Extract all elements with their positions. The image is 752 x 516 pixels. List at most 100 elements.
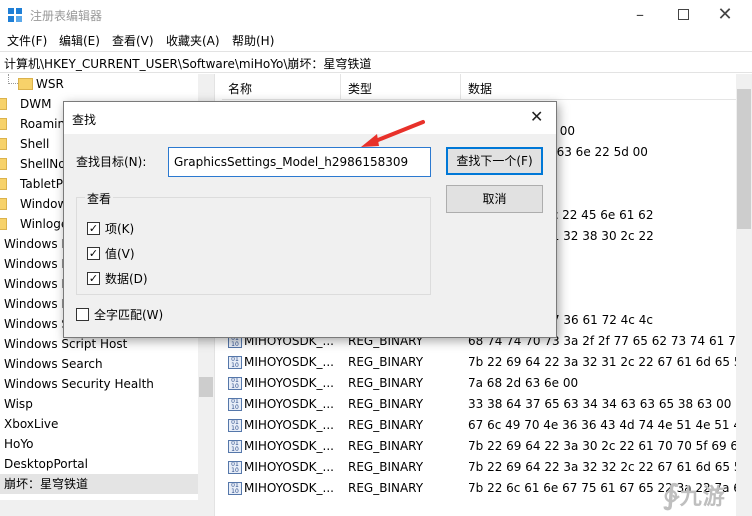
- menu-file[interactable]: 文件(F): [7, 32, 47, 49]
- value-row[interactable]: 01 10 MIHOYOSDK_... REG_BINARY 7b 22 69 64 2…: [222, 457, 746, 478]
- tree-item[interactable]: Windows Security Health: [0, 374, 198, 394]
- menu-edit[interactable]: 编辑(E): [59, 32, 100, 49]
- regedit-app-icon: [8, 8, 23, 23]
- value-data: 7b 22 69 64 22 3a 32 32 2c 22 67 61 6d 6…: [468, 460, 746, 474]
- value-row[interactable]: 01 10 MIHOYOSDK_... REG_BINARY 7a 68 2d 63 6…: [222, 373, 736, 394]
- cancel-button[interactable]: 取消: [446, 185, 543, 213]
- tree-item-label: ShellNo: [20, 157, 66, 171]
- value-type: REG_BINARY: [348, 418, 424, 432]
- match-whole-label: 全字匹配(W): [94, 308, 164, 322]
- tree-item-label: DesktopPortal: [4, 457, 88, 471]
- checkmark-icon[interactable]: ✓: [87, 272, 100, 285]
- folder-icon: [0, 178, 7, 190]
- look-at-title: 查看: [85, 190, 114, 207]
- maximize-icon: [677, 9, 689, 20]
- folder-icon: [0, 158, 7, 170]
- value-type: REG_BINARY: [348, 397, 424, 411]
- tree-item[interactable]: DesktopPortal: [0, 454, 198, 474]
- tree-item[interactable]: 崩坏：星穹铁道: [0, 474, 198, 494]
- close-window-button[interactable]: ✕: [712, 4, 738, 26]
- column-name[interactable]: 名称: [228, 80, 252, 97]
- folder-icon: [0, 218, 7, 230]
- value-type: REG_BINARY: [348, 481, 424, 495]
- find-dialog-title: 查找: [72, 113, 97, 127]
- watermark-logo: ∲九游: [663, 478, 726, 511]
- find-dialog: 查找 ✕ 查找目标(N): GraphicsSettings_Model_h29…: [63, 101, 557, 338]
- tree-item-label: Windows I: [4, 277, 65, 291]
- tree-horizontal-scrollbar[interactable]: [0, 500, 214, 516]
- tree-item-label: Window: [20, 197, 68, 211]
- tree-item-label: Winloge: [20, 217, 69, 231]
- address-path: 计算机\HKEY_CURRENT_USER\Software\miHoYo\崩坏…: [4, 57, 372, 71]
- tree-item-label: Wisp: [4, 397, 33, 411]
- tree-item-label: Windows I: [4, 297, 65, 311]
- tree-item[interactable]: Windows Search: [0, 354, 198, 374]
- value-name: MIHOYOSDK_...: [244, 439, 334, 453]
- tree-item[interactable]: HoYo: [0, 434, 198, 454]
- tree-item[interactable]: XboxLive: [0, 414, 198, 434]
- value-data: 33 38 64 37 65 63 34 34 63 63 65 38 63 0…: [468, 397, 732, 411]
- value-data: 67 6c 49 70 4e 36 36 43 4d 74 4e 51 4e 5…: [468, 418, 749, 432]
- maximize-button[interactable]: [670, 4, 696, 26]
- value-row[interactable]: 01 10 MIHOYOSDK_... REG_BINARY 7b 22 6c 61 6…: [222, 478, 749, 499]
- list-scroll-thumb[interactable]: [737, 89, 751, 229]
- look-at-group: 查看 ✓ 项(K) ✓ 值(V) ✓ 数据(D): [76, 190, 431, 295]
- find-target-input[interactable]: GraphicsSettings_Model_h2986158309: [168, 147, 431, 177]
- checkmark-icon[interactable]: ✓: [87, 222, 100, 235]
- value-type: REG_BINARY: [348, 460, 424, 474]
- value-row[interactable]: 01 10 MIHOYOSDK_... REG_BINARY 7b 22 69 64 2…: [222, 352, 746, 373]
- title-bar: 注册表编辑器 – ✕: [0, 0, 752, 30]
- value-name: MIHOYOSDK_...: [244, 397, 334, 411]
- tree-item-label: Windows I: [4, 257, 65, 271]
- menu-favorites[interactable]: 收藏夹(A): [166, 32, 220, 49]
- value-data: 7b 22 69 64 22 3a 32 31 2c 22 67 61 6d 6…: [468, 355, 746, 369]
- value-row[interactable]: 01 10 MIHOYOSDK_... REG_BINARY 33 38 64 37 6…: [222, 394, 736, 415]
- minimize-button[interactable]: –: [627, 4, 653, 26]
- find-dialog-close-icon[interactable]: ✕: [530, 107, 543, 126]
- folder-icon: [0, 98, 7, 110]
- unchecked-box-icon[interactable]: [76, 308, 89, 321]
- tree-item[interactable]: WSR: [0, 74, 198, 94]
- find-next-button[interactable]: 查找下一个(F): [446, 147, 543, 175]
- tree-connector: [8, 74, 18, 84]
- value-name: MIHOYOSDK_...: [244, 481, 334, 495]
- tree-item-label: Windows Search: [4, 357, 103, 371]
- binary-value-icon: 01 10: [228, 398, 242, 411]
- tree-item-label: DWM: [20, 97, 52, 111]
- value-data: 7b 22 69 64 22 3a 30 2c 22 61 70 70 5f 6…: [468, 439, 746, 453]
- watermark-text: 九游: [679, 485, 726, 510]
- value-name: MIHOYOSDK_...: [244, 460, 334, 474]
- value-name: MIHOYOSDK_...: [244, 355, 334, 369]
- find-target-label: 查找目标(N):: [76, 155, 147, 169]
- value-type: REG_BINARY: [348, 376, 424, 390]
- binary-value-icon: 01 10: [228, 482, 242, 495]
- tree-item-label: WSR: [36, 77, 64, 91]
- value-type: REG_BINARY: [348, 355, 424, 369]
- find-dialog-titlebar: 查找 ✕: [64, 102, 556, 134]
- tree-scroll-thumb[interactable]: [199, 377, 213, 397]
- values-checkbox-label: 值(V): [105, 247, 135, 261]
- data-checkbox-label: 数据(D): [105, 272, 148, 286]
- value-row[interactable]: 01 10 MIHOYOSDK_... REG_BINARY 7b 22 69 64 2…: [222, 436, 746, 457]
- regedit-window: 注册表编辑器 – ✕ 文件(F) 编辑(E) 查看(V) 收藏夹(A) 帮助(H…: [0, 0, 752, 516]
- tree-item-label: Windows I: [4, 237, 65, 251]
- checkmark-icon[interactable]: ✓: [87, 247, 100, 260]
- tree-item-label: Roamin: [20, 117, 66, 131]
- address-bar[interactable]: 计算机\HKEY_CURRENT_USER\Software\miHoYo\崩坏…: [0, 51, 752, 73]
- folder-icon: [18, 78, 33, 90]
- menu-view[interactable]: 查看(V): [112, 32, 154, 49]
- value-row[interactable]: 01 10 MIHOYOSDK_... REG_BINARY 67 6c 49 70 4…: [222, 415, 748, 436]
- tree-item-label: Shell: [20, 137, 50, 151]
- column-type[interactable]: 类型: [348, 80, 372, 97]
- menu-bar: 文件(F) 编辑(E) 查看(V) 收藏夹(A) 帮助(H): [0, 30, 752, 50]
- window-title: 注册表编辑器: [30, 9, 103, 23]
- binary-value-icon: 01 10: [228, 440, 242, 453]
- column-data[interactable]: 数据: [468, 80, 492, 97]
- tree-item-label: TabletP: [20, 177, 63, 191]
- tree-item-label: 崩坏：星穹铁道: [4, 477, 89, 491]
- tree-item[interactable]: Wisp: [0, 394, 198, 414]
- menu-help[interactable]: 帮助(H): [232, 32, 274, 49]
- list-vertical-scrollbar[interactable]: [736, 74, 752, 516]
- keys-checkbox-label: 项(K): [105, 222, 135, 236]
- tree-item-label: Windows S: [4, 317, 69, 331]
